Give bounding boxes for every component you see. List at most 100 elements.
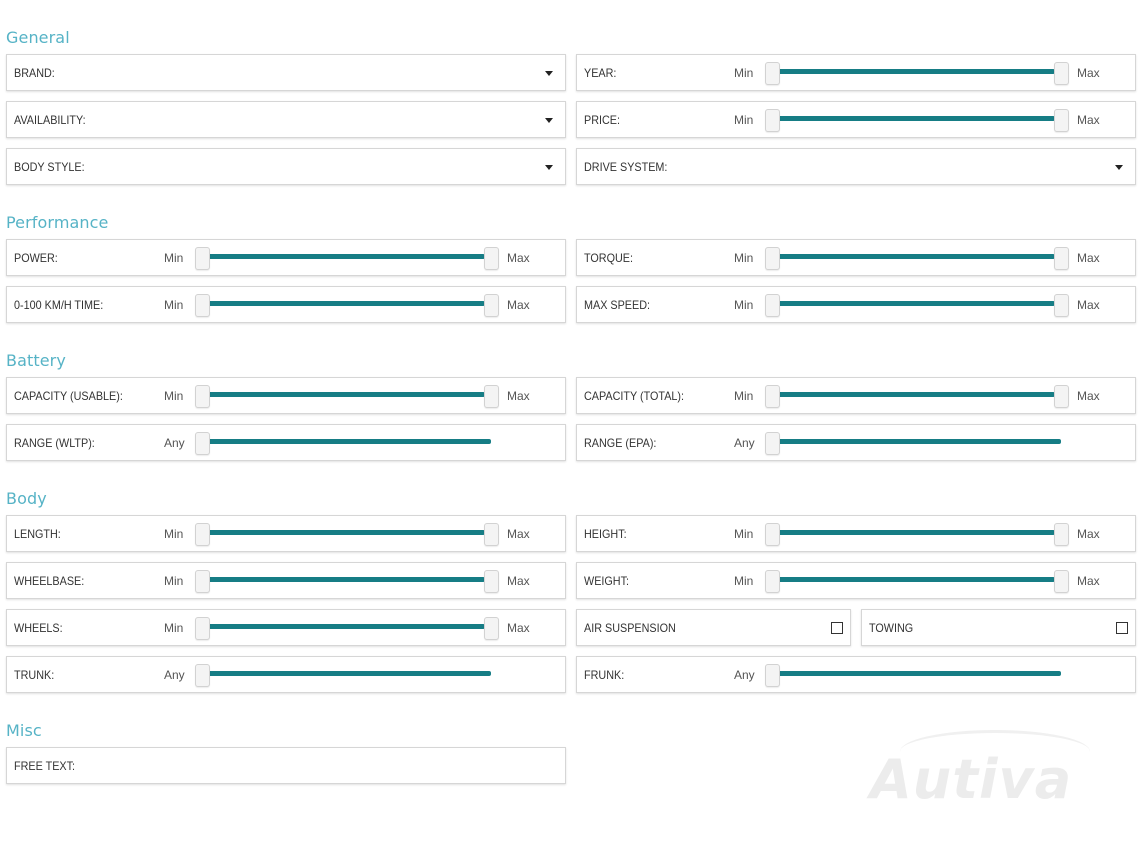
length-min-handle[interactable]	[195, 523, 210, 546]
wheelbase-min-label: Min	[164, 574, 184, 588]
wheelbase-slider-track[interactable]	[203, 577, 485, 582]
capacity-usable-min-handle[interactable]	[195, 385, 210, 408]
section-title-body: Body	[6, 489, 47, 508]
length-slider-track[interactable]	[203, 530, 485, 535]
max-speed-slider-track[interactable]	[773, 301, 1055, 306]
price-slider-track[interactable]	[773, 116, 1055, 121]
capacity-total-max-label: Max	[1077, 389, 1100, 403]
range-wltp-slider-track[interactable]	[203, 439, 491, 444]
wheelbase-min-handle[interactable]	[195, 570, 210, 593]
air-suspension-filter[interactable]: AIR SUSPENSION	[576, 609, 851, 646]
range-wltp-any-label: Any	[164, 436, 185, 450]
frunk-label: FRUNK:	[584, 668, 625, 682]
height-min-handle[interactable]	[765, 523, 780, 546]
power-max-label: Max	[507, 251, 530, 265]
weight-min-handle[interactable]	[765, 570, 780, 593]
trunk-handle[interactable]	[195, 664, 210, 687]
wheels-label: WHEELS:	[14, 621, 63, 635]
price-label: PRICE:	[584, 113, 621, 127]
max-speed-label: MAX SPEED:	[584, 298, 651, 312]
height-max-handle[interactable]	[1054, 523, 1069, 546]
section-title-general: General	[6, 28, 70, 47]
year-min-handle[interactable]	[765, 62, 780, 85]
capacity-usable-max-handle[interactable]	[484, 385, 499, 408]
acceleration-slider-track[interactable]	[203, 301, 485, 306]
range-epa-filter: RANGE (EPA): Any	[576, 424, 1136, 461]
torque-slider-track[interactable]	[773, 254, 1055, 259]
body-style-select[interactable]: BODY STYLE:	[6, 148, 566, 185]
weight-label: WEIGHT:	[584, 574, 629, 588]
capacity-usable-max-label: Max	[507, 389, 530, 403]
height-max-label: Max	[1077, 527, 1100, 541]
acceleration-min-label: Min	[164, 298, 184, 312]
price-max-handle[interactable]	[1054, 109, 1069, 132]
range-epa-label: RANGE (EPA):	[584, 436, 657, 450]
air-suspension-checkbox[interactable]	[831, 622, 843, 634]
power-min-label: Min	[164, 251, 184, 265]
capacity-usable-label: CAPACITY (USABLE):	[14, 389, 123, 403]
length-max-label: Max	[507, 527, 530, 541]
section-title-misc: Misc	[6, 721, 42, 740]
weight-slider-track[interactable]	[773, 577, 1055, 582]
capacity-total-label: CAPACITY (TOTAL):	[584, 389, 685, 403]
power-min-handle[interactable]	[195, 247, 210, 270]
year-slider-track[interactable]	[773, 69, 1055, 74]
chevron-down-icon	[1115, 165, 1123, 170]
acceleration-min-handle[interactable]	[195, 294, 210, 317]
wheels-slider-track[interactable]	[203, 624, 485, 629]
towing-filter[interactable]: TOWING	[861, 609, 1136, 646]
length-max-handle[interactable]	[484, 523, 499, 546]
torque-min-handle[interactable]	[765, 247, 780, 270]
weight-max-handle[interactable]	[1054, 570, 1069, 593]
range-epa-slider-track[interactable]	[773, 439, 1061, 444]
wheels-range-filter: WHEELS: Min Max	[6, 609, 566, 646]
towing-label: TOWING	[869, 621, 914, 635]
free-text-field[interactable]: FREE TEXT:	[6, 747, 566, 784]
towing-checkbox[interactable]	[1116, 622, 1128, 634]
trunk-any-label: Any	[164, 668, 185, 682]
year-max-handle[interactable]	[1054, 62, 1069, 85]
year-min-label: Min	[734, 66, 754, 80]
capacity-total-min-label: Min	[734, 389, 754, 403]
height-slider-track[interactable]	[773, 530, 1055, 535]
capacity-total-max-handle[interactable]	[1054, 385, 1069, 408]
free-text-label: FREE TEXT:	[14, 759, 76, 773]
drive-system-select[interactable]: DRIVE SYSTEM:	[576, 148, 1136, 185]
price-max-label: Max	[1077, 113, 1100, 127]
frunk-handle[interactable]	[765, 664, 780, 687]
torque-range-filter: TORQUE: Min Max	[576, 239, 1136, 276]
frunk-slider-track[interactable]	[773, 671, 1061, 676]
brand-label: BRAND:	[14, 66, 55, 80]
acceleration-max-handle[interactable]	[484, 294, 499, 317]
range-wltp-handle[interactable]	[195, 432, 210, 455]
trunk-slider-track[interactable]	[203, 671, 491, 676]
range-epa-handle[interactable]	[765, 432, 780, 455]
max-speed-max-handle[interactable]	[1054, 294, 1069, 317]
weight-range-filter: WEIGHT: Min Max	[576, 562, 1136, 599]
capacity-total-range-filter: CAPACITY (TOTAL): Min Max	[576, 377, 1136, 414]
price-min-handle[interactable]	[765, 109, 780, 132]
capacity-usable-range-filter: CAPACITY (USABLE): Min Max	[6, 377, 566, 414]
trunk-label: TRUNK:	[14, 668, 55, 682]
capacity-total-min-handle[interactable]	[765, 385, 780, 408]
price-range-filter: PRICE: Min Max	[576, 101, 1136, 138]
capacity-usable-slider-track[interactable]	[203, 392, 485, 397]
air-suspension-label: AIR SUSPENSION	[584, 621, 676, 635]
length-min-label: Min	[164, 527, 184, 541]
max-speed-min-handle[interactable]	[765, 294, 780, 317]
wheels-min-handle[interactable]	[195, 617, 210, 640]
power-max-handle[interactable]	[484, 247, 499, 270]
capacity-total-slider-track[interactable]	[773, 392, 1055, 397]
wheelbase-max-label: Max	[507, 574, 530, 588]
section-title-battery: Battery	[6, 351, 66, 370]
power-slider-track[interactable]	[203, 254, 485, 259]
year-label: YEAR:	[584, 66, 617, 80]
brand-select[interactable]: BRAND:	[6, 54, 566, 91]
availability-select[interactable]: AVAILABILITY:	[6, 101, 566, 138]
wheels-max-handle[interactable]	[484, 617, 499, 640]
torque-max-handle[interactable]	[1054, 247, 1069, 270]
wheelbase-label: WHEELBASE:	[14, 574, 85, 588]
drive-system-label: DRIVE SYSTEM:	[584, 160, 668, 174]
acceleration-range-filter: 0-100 KM/H TIME: Min Max	[6, 286, 566, 323]
wheelbase-max-handle[interactable]	[484, 570, 499, 593]
